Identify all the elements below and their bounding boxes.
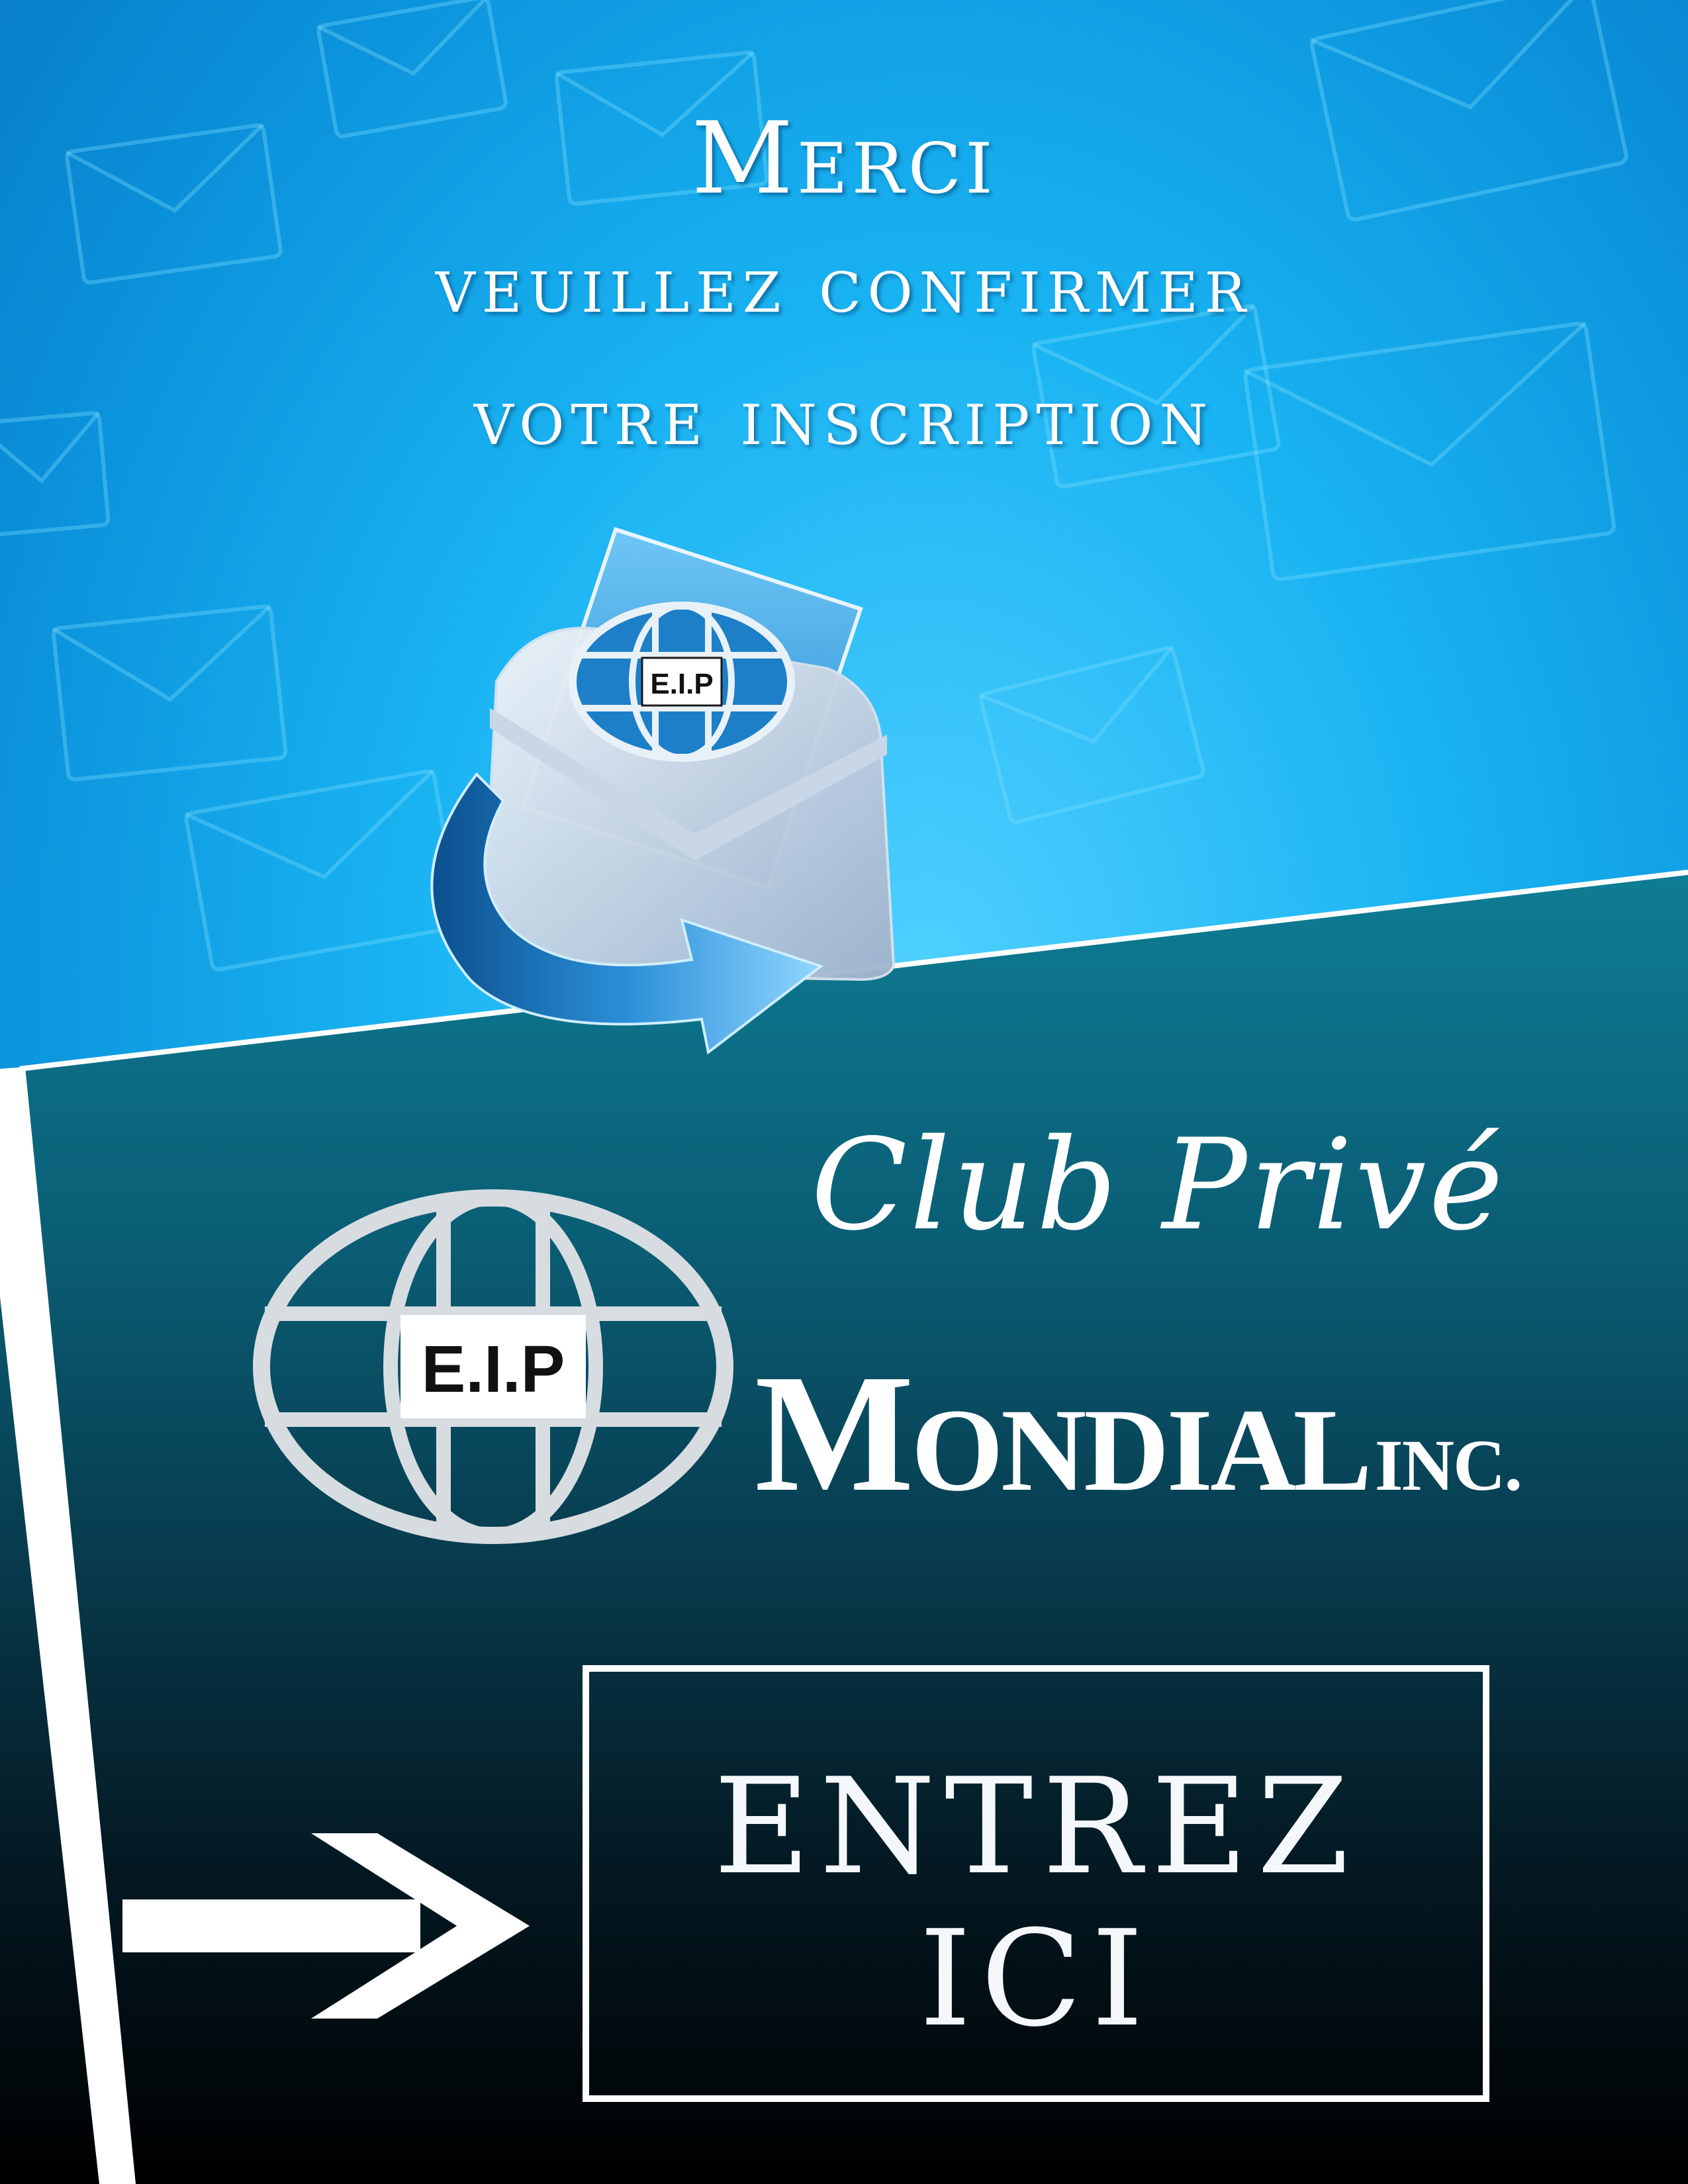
poster: Merci veuillez confirmer votre inscripti… — [0, 0, 1688, 2184]
cta-line-2: ICI — [919, 1902, 1153, 2056]
enter-here-button[interactable]: ENTREZ ICI — [583, 1665, 1489, 2102]
cta-line-1: ENTREZ — [714, 1750, 1358, 1904]
